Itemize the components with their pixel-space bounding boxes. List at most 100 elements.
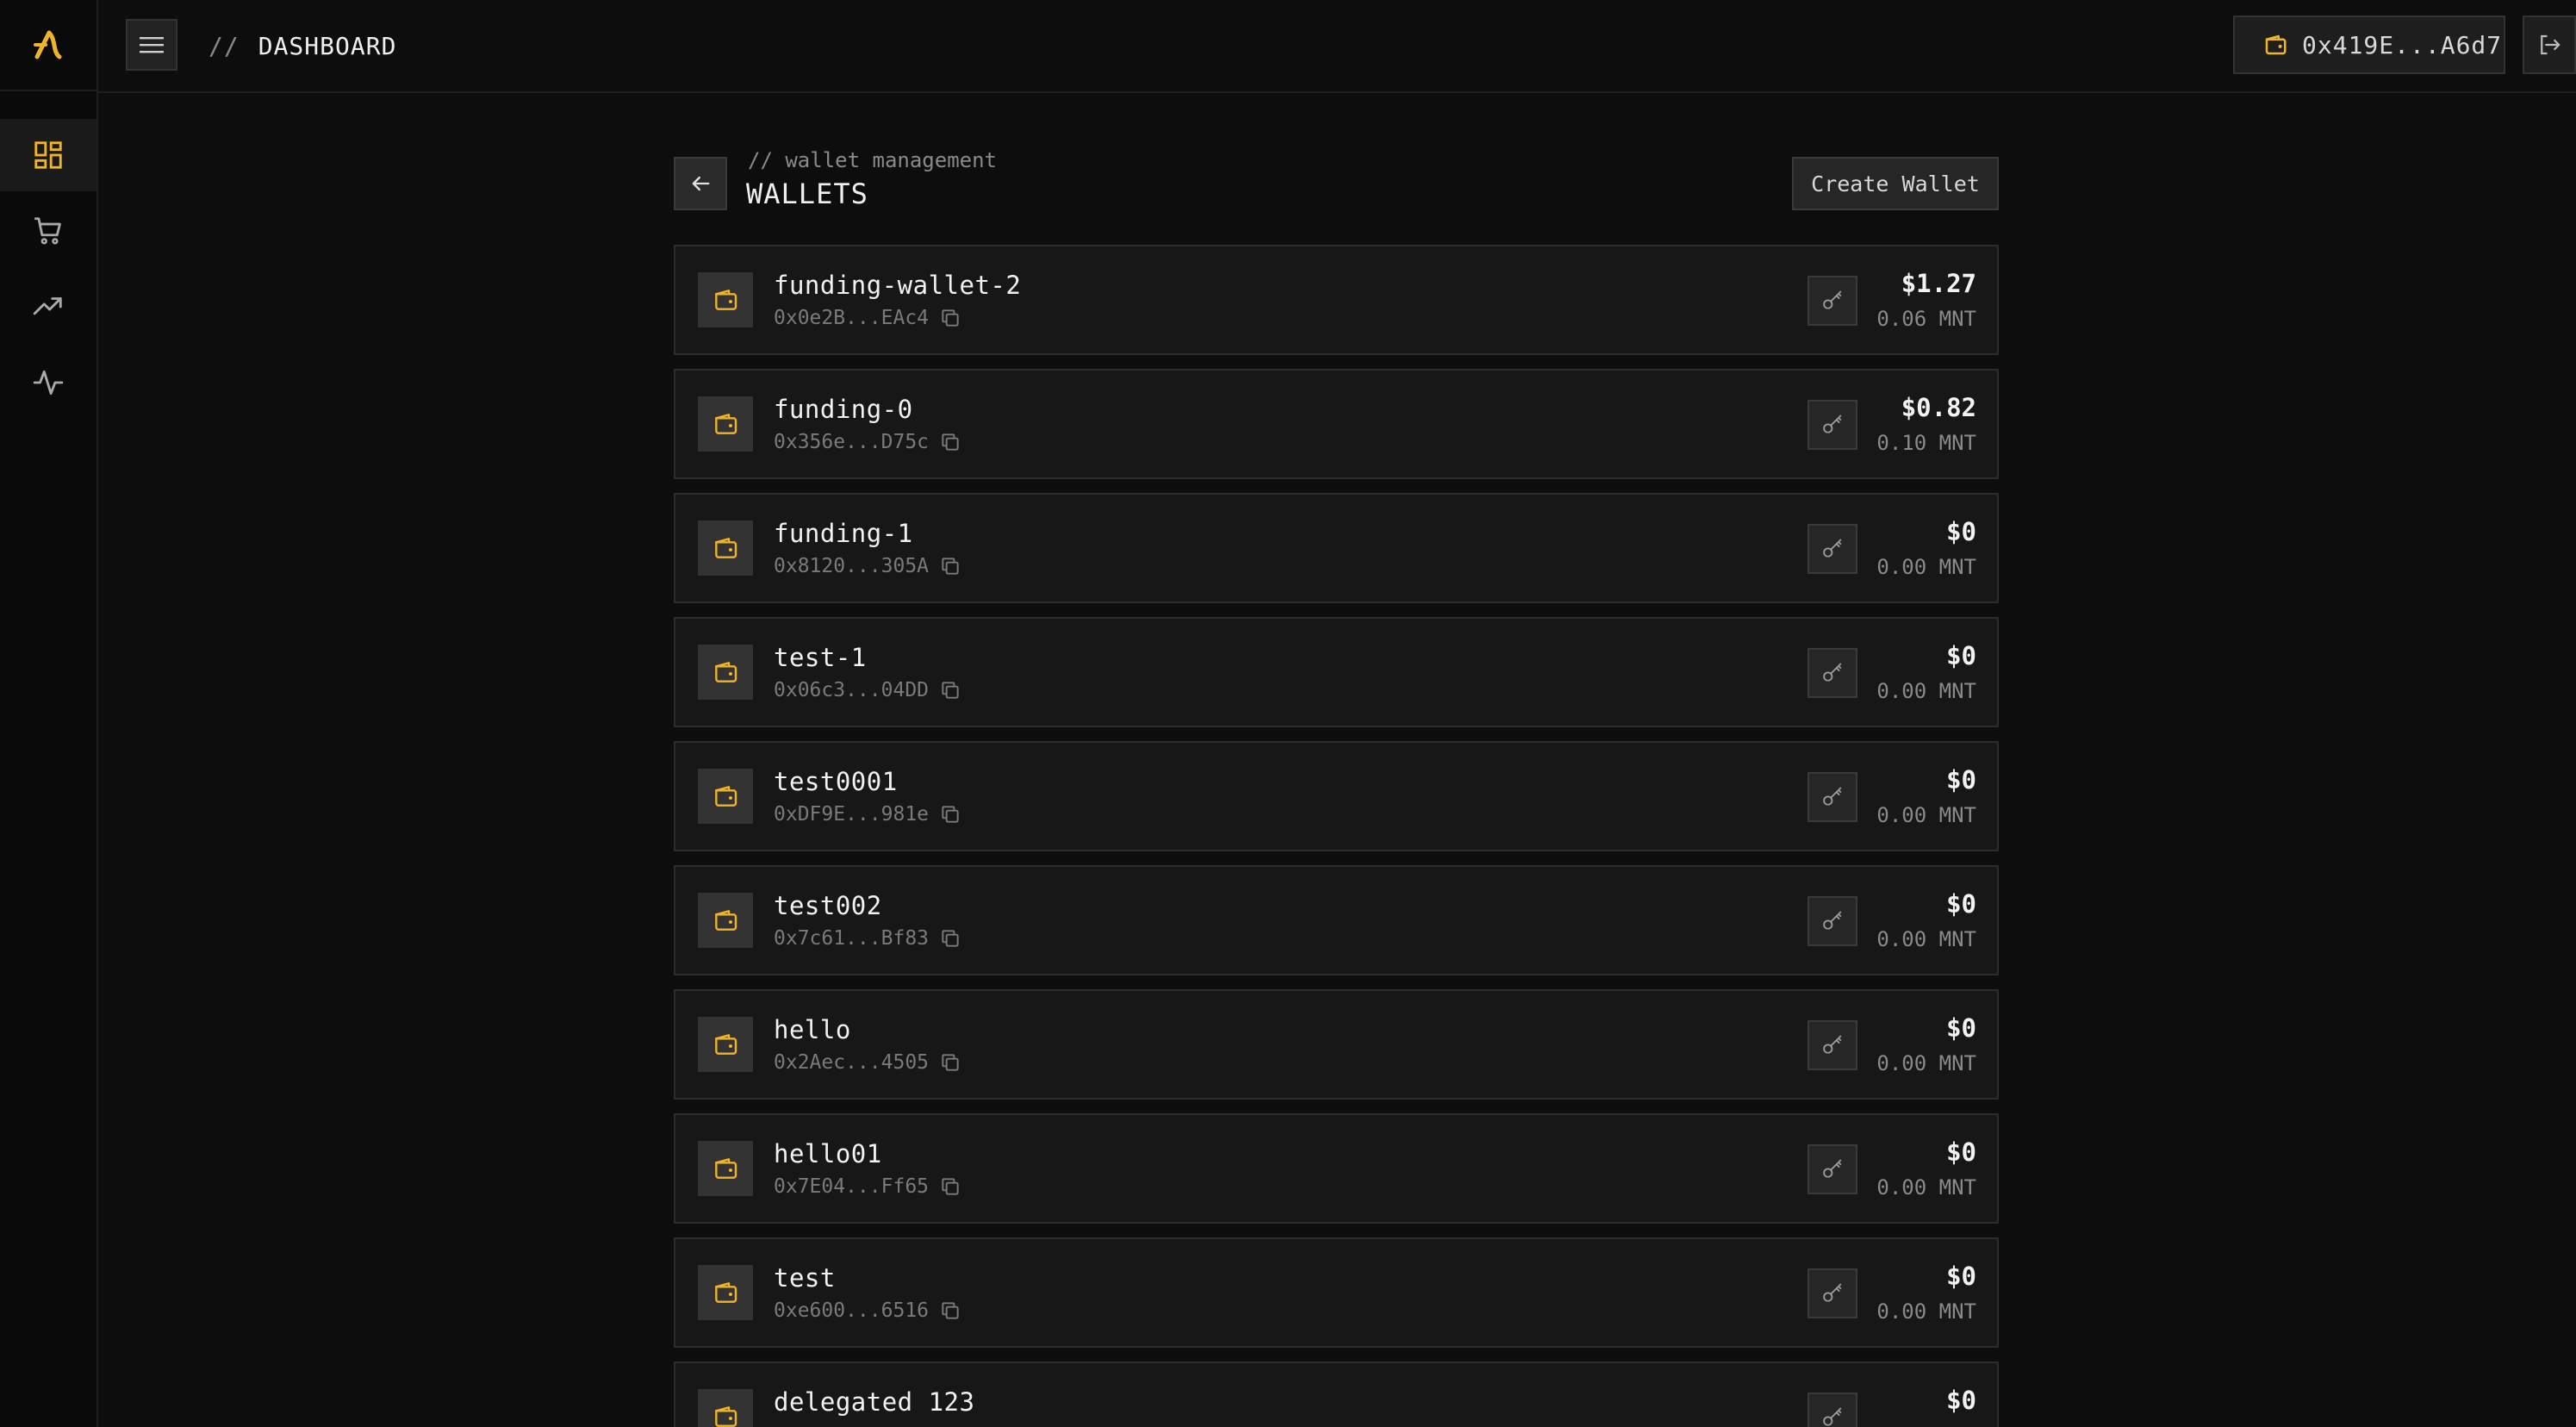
wallet-icon <box>715 1158 737 1179</box>
wallet-card[interactable]: test-1 0x06c3...04DD $0 0.00 MNT <box>674 617 1999 727</box>
wallet-icon <box>715 1406 737 1427</box>
copy-icon[interactable] <box>939 1051 961 1074</box>
key-icon <box>1823 1159 1842 1178</box>
key-icon <box>1823 1283 1842 1302</box>
wallet-usd-balance: $0 <box>1946 1262 1976 1291</box>
wallet-card[interactable]: hello 0x2Aec...4505 $0 0.00 MNT <box>674 989 1999 1100</box>
wallet-mnt-balance: 0.00 MNT <box>1876 803 1976 827</box>
export-key-button[interactable] <box>1808 276 1857 326</box>
copy-icon[interactable] <box>939 803 961 826</box>
key-icon <box>1823 663 1842 682</box>
wallet-icon <box>715 786 737 807</box>
key-icon <box>1823 1407 1842 1426</box>
export-key-button[interactable] <box>1808 1020 1857 1070</box>
wallet-card[interactable]: funding-0 0x356e...D75c $0.82 0.10 MNT <box>674 369 1999 479</box>
wallet-avatar <box>698 893 753 948</box>
copy-icon[interactable] <box>939 555 961 577</box>
wallet-mnt-balance: 0.00 MNT <box>1876 555 1976 579</box>
export-key-button[interactable] <box>1808 1268 1857 1318</box>
export-key-button[interactable] <box>1808 524 1857 574</box>
breadcrumb: // DASHBOARD <box>208 0 396 91</box>
sidebar-item-shop[interactable] <box>0 195 96 267</box>
export-key-button[interactable] <box>1808 1144 1857 1194</box>
wallet-icon <box>715 1282 737 1303</box>
wallet-avatar <box>698 1265 753 1320</box>
wallet-name: funding-0 <box>774 395 913 424</box>
wallet-avatar <box>698 769 753 824</box>
wallet-address-row: 0xDF9E...981e <box>774 803 961 826</box>
cart-icon <box>34 217 61 245</box>
copy-icon[interactable] <box>939 307 961 329</box>
app-logo[interactable] <box>0 0 98 91</box>
wallet-address: 0x7c61...Bf83 <box>774 927 930 950</box>
back-button[interactable] <box>674 157 727 210</box>
wallet-name: funding-1 <box>774 519 913 548</box>
breadcrumb-separator: // <box>208 31 240 60</box>
wallet-card[interactable]: delegated 123 $0 <box>674 1362 1999 1427</box>
wallet-card[interactable]: funding-wallet-2 0x0e2B...EAc4 $1.27 0.0… <box>674 245 1999 355</box>
breadcrumb-title[interactable]: DASHBOARD <box>258 32 397 60</box>
wallet-address: 0x0e2B...EAc4 <box>774 307 930 329</box>
wallet-avatar <box>698 645 753 700</box>
key-icon <box>1823 539 1842 558</box>
export-key-button[interactable] <box>1808 896 1857 946</box>
wallet-card[interactable]: test 0xe600...6516 $0 0.00 MNT <box>674 1237 1999 1348</box>
wallet-usd-balance: $0 <box>1946 1013 1976 1043</box>
wallet-icon <box>715 910 737 931</box>
connected-wallet-button[interactable]: 0x419E...A6d7 <box>2233 16 2505 74</box>
wallet-usd-balance: $0 <box>1946 517 1976 546</box>
copy-icon[interactable] <box>939 1299 961 1322</box>
wallet-address-row: 0xe600...6516 <box>774 1299 961 1322</box>
export-key-button[interactable] <box>1808 648 1857 698</box>
wallet-mnt-balance: 0.00 MNT <box>1876 679 1976 703</box>
wallet-address: 0x7E04...Ff65 <box>774 1175 930 1198</box>
activity-pulse-icon <box>33 370 64 396</box>
sidebar-item-trends[interactable] <box>0 271 96 343</box>
wallet-icon <box>715 414 737 434</box>
wallet-avatar <box>698 272 753 327</box>
sidebar-item-dashboard[interactable] <box>0 119 96 191</box>
key-icon <box>1823 1035 1842 1054</box>
wallet-address-row: 0x7E04...Ff65 <box>774 1175 961 1198</box>
wallet-mnt-balance: 0.00 MNT <box>1876 1299 1976 1324</box>
wallet-icon <box>715 538 737 558</box>
wallet-mnt-balance: 0.10 MNT <box>1876 431 1976 455</box>
wallet-address: 0x2Aec...4505 <box>774 1051 930 1074</box>
export-key-button[interactable] <box>1808 400 1857 450</box>
wallet-card[interactable]: hello01 0x7E04...Ff65 $0 0.00 MNT <box>674 1113 1999 1224</box>
wallet-list: funding-wallet-2 0x0e2B...EAc4 $1.27 0.0… <box>674 245 1999 1427</box>
wallet-name: test0001 <box>774 767 898 796</box>
wallet-avatar <box>698 1141 753 1196</box>
wallet-mnt-balance: 0.06 MNT <box>1876 307 1976 331</box>
dashboard-grid-icon <box>34 141 62 169</box>
copy-icon[interactable] <box>939 431 961 453</box>
menu-button[interactable] <box>126 19 177 71</box>
create-wallet-button[interactable]: Create Wallet <box>1792 157 1999 210</box>
wallet-address: 0xDF9E...981e <box>774 803 930 826</box>
wallet-icon <box>2265 34 2287 55</box>
wallet-card[interactable]: funding-1 0x8120...305A $0 0.00 MNT <box>674 493 1999 603</box>
wallet-card[interactable]: test0001 0xDF9E...981e $0 0.00 MNT <box>674 741 1999 851</box>
top-header: // DASHBOARD 0x419E...A6d7 <box>98 0 2576 93</box>
logo-icon <box>34 30 62 59</box>
copy-icon[interactable] <box>939 1175 961 1198</box>
wallet-avatar <box>698 1389 753 1427</box>
sidebar <box>0 0 98 1427</box>
copy-icon[interactable] <box>939 927 961 950</box>
wallet-name: hello01 <box>774 1139 882 1168</box>
wallet-name: delegated 123 <box>774 1387 975 1417</box>
wallet-card[interactable]: test002 0x7c61...Bf83 $0 0.00 MNT <box>674 865 1999 975</box>
export-key-button[interactable] <box>1808 772 1857 822</box>
export-key-button[interactable] <box>1808 1393 1857 1427</box>
wallet-usd-balance: $1.27 <box>1901 269 1976 298</box>
key-icon <box>1823 414 1842 433</box>
wallet-address-row: 0x0e2B...EAc4 <box>774 307 961 329</box>
wallet-mnt-balance: 0.00 MNT <box>1876 1051 1976 1075</box>
copy-icon[interactable] <box>939 679 961 701</box>
wallet-name: hello <box>774 1015 851 1044</box>
sidebar-item-activity[interactable] <box>0 346 96 419</box>
key-icon <box>1823 787 1842 806</box>
logout-button[interactable] <box>2523 16 2576 74</box>
hamburger-icon <box>140 37 164 53</box>
wallet-name: test-1 <box>774 643 867 672</box>
